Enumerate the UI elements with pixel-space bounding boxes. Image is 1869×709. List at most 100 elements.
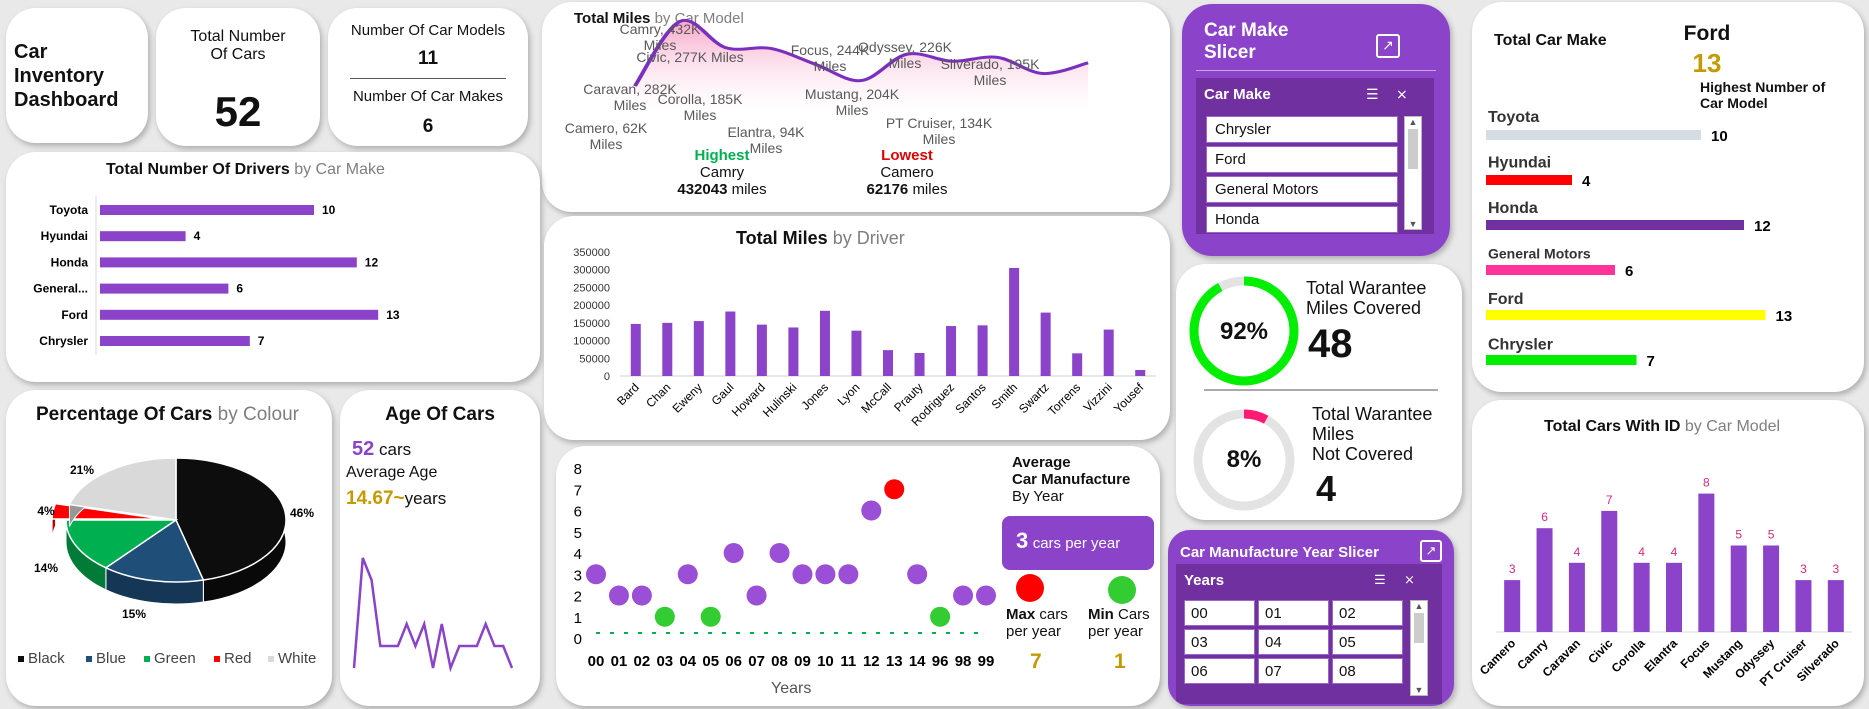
driver-bar xyxy=(788,327,799,376)
driver-bar xyxy=(693,321,704,376)
legend-swatch xyxy=(144,656,150,662)
driver-bar xyxy=(662,322,673,376)
age-line xyxy=(352,557,514,673)
model-point-label: Civic, 277K Miles xyxy=(636,49,743,65)
year-x-tick: 96 xyxy=(932,653,949,670)
legend-swatch xyxy=(86,656,92,662)
driver-x-tick: Santos xyxy=(952,380,988,416)
year-y-tick: 4 xyxy=(574,546,582,563)
drivers-bar xyxy=(100,336,250,346)
year-x-tick: 99 xyxy=(978,653,995,670)
year-point xyxy=(953,585,974,606)
legend-swatch xyxy=(18,656,24,662)
id-bar xyxy=(1827,580,1844,632)
id-bar xyxy=(1795,580,1812,632)
year-clear-filter-icon[interactable]: ⨯ xyxy=(1404,572,1415,588)
year-x-tick: 03 xyxy=(656,653,673,670)
year-point xyxy=(723,543,744,563)
make-value-label: 13 xyxy=(1776,308,1793,325)
driver-x-tick: Vizzini xyxy=(1081,380,1115,414)
year-item[interactable]: 04 xyxy=(1258,629,1329,655)
make-bar xyxy=(1486,175,1572,185)
slicer-item[interactable]: General Motors xyxy=(1206,176,1398,203)
slicer-item[interactable]: Ford xyxy=(1206,146,1398,173)
colour-pie-card: Percentage Of Cars by Colour 46% 15% 14% 4%… xyxy=(6,390,332,706)
dashboard-title: Car Inventory Dashboard xyxy=(14,41,119,111)
year-point xyxy=(769,543,790,563)
legend-label: Blue xyxy=(96,650,126,667)
min-dot xyxy=(1108,576,1136,604)
drivers-value-label: 7 xyxy=(258,334,265,348)
id-x-tick: Elantra xyxy=(1641,636,1680,675)
year-item[interactable]: 02 xyxy=(1332,600,1403,626)
driver-y-tick: 250000 xyxy=(573,282,610,294)
driver-y-tick: 100000 xyxy=(573,336,610,348)
slicer-item[interactable]: Chrysler xyxy=(1206,116,1398,143)
total-cars-label: Total Number Of Cars xyxy=(190,28,286,63)
driver-bar xyxy=(630,323,641,376)
clear-filter-icon[interactable]: ⨯ xyxy=(1396,86,1408,103)
year-item[interactable]: 08 xyxy=(1332,658,1403,684)
year-item[interactable]: 03 xyxy=(1184,629,1255,655)
legend-swatch xyxy=(214,656,220,662)
driver-bar xyxy=(1135,369,1146,376)
year-x-tick: 13 xyxy=(886,653,903,670)
drivers-tick-label: Chrysler xyxy=(39,334,88,348)
slicer-scrollbar[interactable]: ▲ ▼ xyxy=(1404,116,1422,230)
year-item[interactable]: 00 xyxy=(1184,600,1255,626)
min-label: Min Cars per year xyxy=(1088,606,1150,640)
year-point xyxy=(608,585,629,606)
year-item[interactable]: 01 xyxy=(1258,600,1329,626)
year-slicer-panel: Years ☰ ⨯ 00 01 02 03 04 05 06 07 08 ▲ ▼ xyxy=(1176,564,1442,704)
pie-label: 21% xyxy=(70,463,94,477)
year-x-tick: 10 xyxy=(817,653,834,670)
highest-block: Highest Camry 432043 miles xyxy=(677,147,767,198)
year-point xyxy=(930,606,951,627)
car-make-slicer: Car Make Slicer ↗ Car Make ☰ ⨯ Chrysler … xyxy=(1182,4,1450,256)
title-card: Car Inventory Dashboard xyxy=(6,8,148,143)
id-value-label: 6 xyxy=(1541,510,1548,524)
pie-label: 46% xyxy=(290,506,314,520)
miles-by-driver-card: Total Miles by Driver 0 50000 100000 150000… xyxy=(544,216,1170,440)
year-item[interactable]: 06 xyxy=(1184,658,1255,684)
year-expand-icon[interactable]: ↗ xyxy=(1420,540,1442,562)
year-point xyxy=(586,564,606,585)
slicer-panel: Car Make ☰ ⨯ Chrysler Ford General Motor… xyxy=(1196,78,1434,234)
year-multi-select-icon[interactable]: ☰ xyxy=(1374,572,1386,588)
year-slicer-header: Years xyxy=(1184,572,1225,589)
year-side-title: Average Car Manufacture By Year xyxy=(1012,454,1131,505)
driver-bar xyxy=(1072,353,1083,376)
year-y-tick: 6 xyxy=(574,504,582,521)
multi-select-icon[interactable]: ☰ xyxy=(1366,86,1379,103)
year-point xyxy=(976,585,996,606)
year-x-tick: 11 xyxy=(840,653,856,670)
colour-pie-chart: 46% 15% 14% 4% 21% Black Blue Green Red White xyxy=(18,457,316,667)
slicer-item[interactable]: Honda xyxy=(1206,206,1398,233)
year-point xyxy=(815,564,836,585)
slicer-header: Car Make xyxy=(1204,86,1271,103)
drivers-tick-label: Ford xyxy=(61,308,88,322)
year-item[interactable]: 07 xyxy=(1258,658,1329,684)
make-value-label: 10 xyxy=(1711,128,1728,145)
id-x-tick: Corolla xyxy=(1609,636,1648,675)
make-bar xyxy=(1486,310,1766,320)
cars-with-id-card: Total Cars With ID by Car Model 3 Camero 6… xyxy=(1472,400,1864,706)
year-x-tick: 00 xyxy=(588,653,605,670)
drivers-bar xyxy=(100,205,314,215)
drivers-tick-label: General... xyxy=(33,282,88,296)
year-item[interactable]: 05 xyxy=(1332,629,1403,655)
drivers-tick-label: Honda xyxy=(51,255,89,269)
driver-bar xyxy=(977,325,988,376)
year-point xyxy=(631,585,652,606)
model-point-label: Camero, 62K Miles xyxy=(565,120,648,152)
driver-x-tick: Bard xyxy=(614,380,642,408)
year-slicer-scrollbar[interactable]: ▲ ▼ xyxy=(1410,600,1428,696)
driver-x-tick: Gaul xyxy=(709,380,737,408)
miles-driver-chart: 0 50000 100000 150000 200000 250000 300000 3500… xyxy=(573,247,1156,429)
driver-bar xyxy=(756,324,767,376)
total-cars-card: Total Number Of Cars 52 xyxy=(156,8,320,146)
driver-bar xyxy=(914,352,925,376)
models-makes-card: Number Of Car Models 11 Number Of Car Ma… xyxy=(328,8,528,146)
expand-icon[interactable]: ↗ xyxy=(1376,34,1400,58)
year-point xyxy=(838,564,859,585)
